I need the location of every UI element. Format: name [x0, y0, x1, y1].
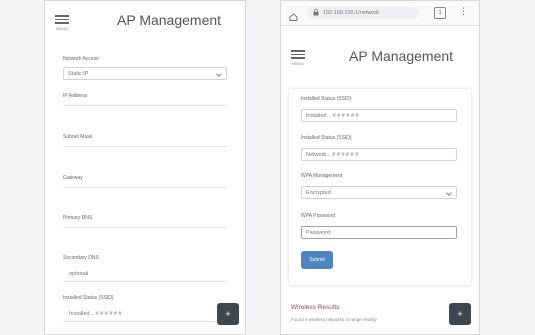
network-status-field[interactable]: Network... # # # # # #	[301, 148, 457, 161]
installed-status-label: Installed Status (SSID)	[301, 96, 352, 102]
url-bar[interactable]: 192.168.100.1/network	[307, 7, 419, 19]
wpa-password-label: WPA Password	[301, 213, 336, 219]
add-icon[interactable]: +	[217, 303, 239, 325]
secondary-dns-input[interactable]	[63, 281, 227, 282]
wpa-management-label: WPA Management	[301, 173, 343, 179]
ip-address-input[interactable]	[63, 105, 227, 106]
hamburger-icon[interactable]: MENU	[55, 13, 69, 31]
secondary-dns-label: Secondary DNS	[63, 255, 99, 261]
tab-count-button[interactable]: 1	[434, 7, 446, 19]
submit-button[interactable]: Submit	[301, 251, 333, 269]
lock-icon	[313, 7, 319, 19]
wpa-password-input[interactable]: Password	[301, 226, 457, 239]
hamburger-icon[interactable]: MENU	[291, 48, 305, 66]
page-title: AP Management	[117, 12, 222, 28]
network-status-label: Installed Status (SSID)	[301, 135, 352, 141]
subnet-mask-input[interactable]	[63, 146, 227, 147]
network-access-select[interactable]: Static IP	[63, 67, 227, 80]
ip-address-label: IP Address	[63, 93, 88, 99]
home-icon[interactable]	[289, 8, 298, 21]
browser-menu-icon[interactable]: ⋮	[459, 6, 468, 17]
phone-screen-right: 192.168.100.1/network 1 ⋮ MENU AP Manage…	[280, 0, 480, 335]
subnet-mask-label: Subnet Mask	[63, 134, 93, 140]
browser-toolbar: 192.168.100.1/network 1 ⋮	[281, 1, 479, 26]
phone-screen-left: MENU AP Management Network Access Static…	[44, 0, 246, 335]
secondary-dns-placeholder: optional	[69, 271, 89, 277]
wireless-results-title: Wireless Results	[291, 304, 340, 311]
installed-status-value: Installed... # # # # # #	[69, 311, 122, 317]
url-text: 192.168.100.1/network	[323, 10, 379, 16]
gateway-input[interactable]	[63, 187, 227, 188]
installed-status-label: Installed Status (SSID)	[63, 295, 114, 301]
menu-label: MENU	[292, 60, 304, 66]
wireless-results-text: Found 4 wireless networks in range nearb…	[291, 317, 377, 322]
installed-status-field[interactable]: Installed... # # # # # #	[301, 109, 457, 122]
page-title: AP Management	[349, 48, 454, 64]
gateway-label: Gateway	[63, 175, 83, 181]
installed-status-input[interactable]	[63, 321, 227, 322]
menu-label: MENU	[56, 25, 68, 31]
wpa-management-select[interactable]: Encrypted	[301, 186, 457, 199]
primary-dns-input[interactable]	[63, 227, 227, 228]
add-icon[interactable]: +	[449, 303, 471, 325]
network-access-label: Network Access	[63, 56, 99, 62]
primary-dns-label: Primary DNS	[63, 215, 93, 221]
